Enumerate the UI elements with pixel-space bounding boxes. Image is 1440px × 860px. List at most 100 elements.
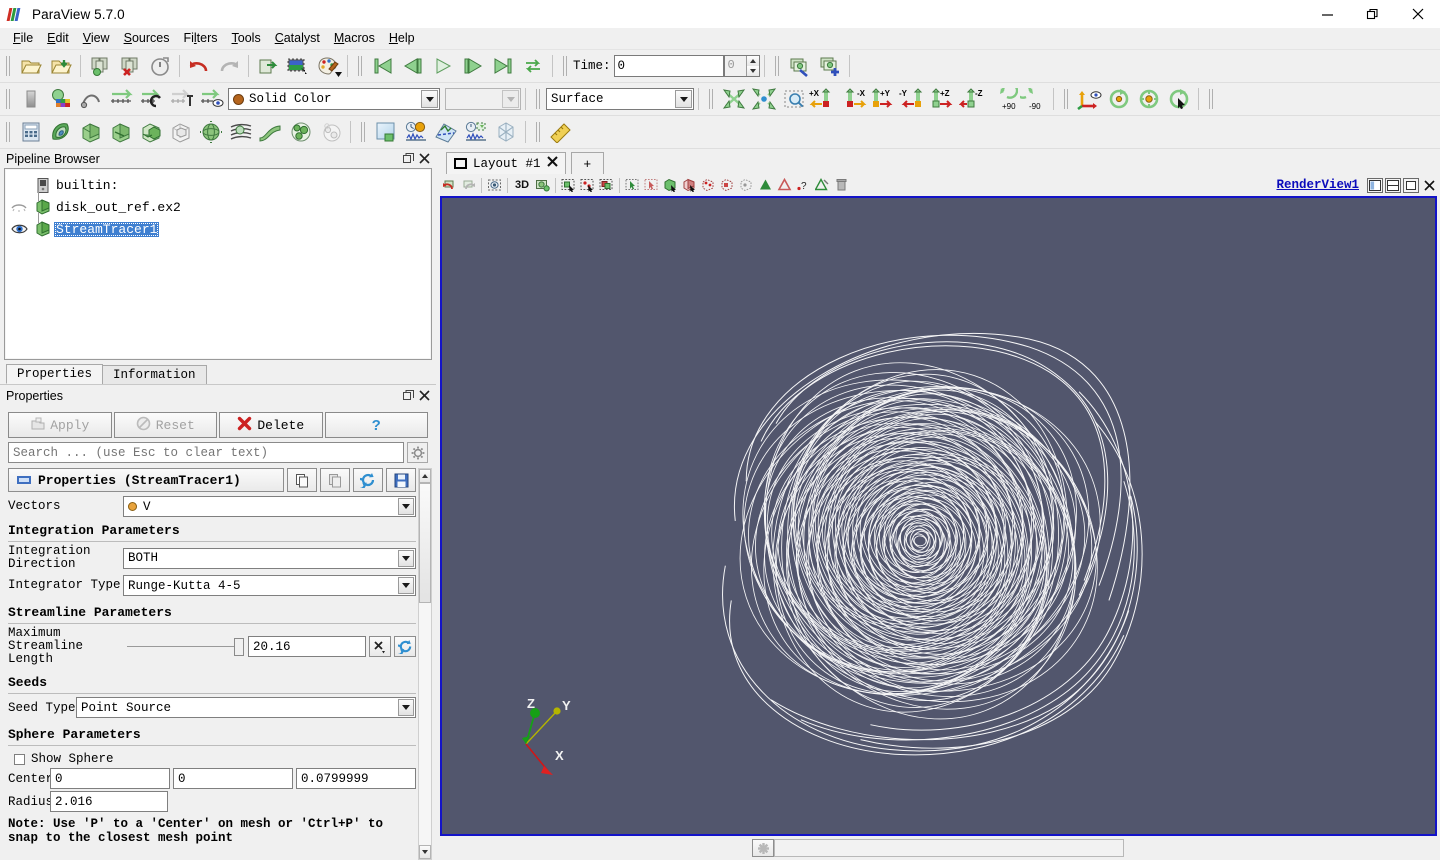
camera-controls-grip[interactable] xyxy=(707,88,716,110)
delete-button[interactable]: Delete xyxy=(219,412,323,438)
center-z-input[interactable] xyxy=(296,768,416,789)
slice-icon[interactable] xyxy=(106,119,136,146)
undo-camera-icon[interactable] xyxy=(441,176,458,194)
visibility-toggle-visible[interactable] xyxy=(6,223,32,235)
end-grip[interactable] xyxy=(1207,88,1216,110)
camera-toolbar-grip[interactable] xyxy=(773,55,782,77)
time-input[interactable] xyxy=(613,55,724,77)
new-layout-tab[interactable]: + xyxy=(570,152,605,174)
open-recent-icon[interactable] xyxy=(46,53,76,80)
contour-icon[interactable] xyxy=(46,119,76,146)
hover-points-icon[interactable] xyxy=(738,176,755,194)
disconnect-server-icon[interactable] xyxy=(283,53,313,80)
pipeline-item-streamtracer1[interactable]: StreamTracer1 xyxy=(6,212,430,240)
representation-arrow[interactable] xyxy=(675,90,692,108)
camera-mode-icon[interactable] xyxy=(534,176,551,194)
plus-y-icon[interactable]: +Y xyxy=(869,86,899,113)
split-view-icon[interactable] xyxy=(371,119,401,146)
render-view[interactable]: Z Y X xyxy=(440,196,1437,836)
trash-selection-icon[interactable] xyxy=(833,176,850,194)
loop-icon[interactable] xyxy=(518,53,548,80)
close-icon[interactable] xyxy=(416,388,432,404)
max-streamline-length-input[interactable] xyxy=(248,636,366,657)
maximize-icon[interactable] xyxy=(1403,177,1419,193)
vectors-arrow[interactable] xyxy=(398,498,414,515)
edit-color-legend-icon[interactable] xyxy=(16,86,46,113)
redo-camera-icon[interactable] xyxy=(460,176,477,194)
menu-edit[interactable]: Edit xyxy=(40,29,76,48)
group-datasets-icon[interactable] xyxy=(286,119,316,146)
center-x-input[interactable] xyxy=(50,768,170,789)
pipeline-item-builtin[interactable]: builtin: xyxy=(6,174,430,196)
apply-button[interactable]: Apply xyxy=(8,412,112,438)
seed-type-combo[interactable]: Point Source xyxy=(76,697,416,718)
choose-preset-icon[interactable] xyxy=(46,86,76,113)
previous-frame-icon[interactable] xyxy=(398,53,428,80)
close-icon[interactable] xyxy=(546,156,558,171)
undock-icon[interactable] xyxy=(400,388,416,404)
show-center-axes-icon[interactable] xyxy=(1074,86,1104,113)
clear-selection-icon[interactable] xyxy=(814,176,831,194)
ruler-icon[interactable] xyxy=(546,119,576,146)
zoom-to-box-icon[interactable] xyxy=(779,86,809,113)
menu-macros[interactable]: Macros xyxy=(327,29,382,48)
reset-button[interactable]: Reset xyxy=(113,412,217,438)
orientation-axes[interactable]: Z Y X xyxy=(504,686,614,786)
split-vertical-icon[interactable] xyxy=(1385,177,1401,193)
integrator-type-combo[interactable]: Runge-Kutta 4-5 xyxy=(123,575,416,596)
show-sphere-checkbox[interactable] xyxy=(14,753,25,765)
menu-tools[interactable]: Tools xyxy=(225,29,268,48)
undo-icon[interactable] xyxy=(184,53,214,80)
stepper-up[interactable] xyxy=(746,56,759,66)
minus-z-icon[interactable]: -Z xyxy=(959,86,989,113)
max-streamline-length-slider[interactable] xyxy=(127,637,244,657)
busy-icon[interactable] xyxy=(752,839,774,857)
help-button[interactable]: ? xyxy=(324,412,428,438)
select-blocks-icon[interactable] xyxy=(662,176,679,194)
menu-catalyst[interactable]: Catalyst xyxy=(268,29,327,48)
extract-selection-icon[interactable] xyxy=(776,176,793,194)
select-cells-through-icon[interactable] xyxy=(598,176,615,194)
probe-location-icon[interactable] xyxy=(461,119,491,146)
x-icon[interactable] xyxy=(369,636,391,657)
rescale-over-time-icon[interactable] xyxy=(136,86,166,113)
connect-server-icon[interactable] xyxy=(253,53,283,80)
repr-select-grip[interactable] xyxy=(534,88,543,110)
minus-x-icon[interactable]: -X xyxy=(839,86,869,113)
play-icon[interactable] xyxy=(428,53,458,80)
open-file-icon[interactable] xyxy=(16,53,46,80)
warp-icon[interactable] xyxy=(256,119,286,146)
color-by-arrow[interactable] xyxy=(421,90,438,108)
toggle-3d-label[interactable]: 3D xyxy=(512,176,532,194)
rescale-to-custom-range-icon[interactable] xyxy=(106,86,136,113)
interactive-select-points-icon[interactable] xyxy=(700,176,717,194)
select-points-icon[interactable] xyxy=(579,176,596,194)
scroll-down-arrow[interactable] xyxy=(419,845,431,859)
integration-direction-combo[interactable]: BOTH xyxy=(123,547,416,569)
save-state-icon[interactable] xyxy=(115,53,145,80)
next-frame-icon[interactable] xyxy=(458,53,488,80)
reset-camera-icon[interactable] xyxy=(719,86,749,113)
rescale-to-temporal-range-icon[interactable] xyxy=(166,86,196,113)
restore-icon[interactable] xyxy=(1350,0,1395,28)
adjust-camera-icon[interactable] xyxy=(785,53,815,80)
pipeline-browser[interactable]: builtin: disk_out_ref.ex2 StreamTracer1 xyxy=(4,168,432,360)
find-data-icon[interactable]: ? xyxy=(795,176,812,194)
properties-scrollbar[interactable] xyxy=(418,468,432,860)
minimize-icon[interactable] xyxy=(1305,0,1350,28)
scroll-up-arrow[interactable] xyxy=(419,469,431,483)
close-icon[interactable] xyxy=(416,151,432,167)
integration-direction-arrow[interactable] xyxy=(398,549,414,567)
menu-view[interactable]: View xyxy=(76,29,117,48)
pick-center-icon[interactable] xyxy=(1134,86,1164,113)
capture-screenshot-icon[interactable] xyxy=(486,176,503,194)
toggle-color-legend-icon[interactable] xyxy=(196,86,226,113)
split-horizontal-icon[interactable] xyxy=(1367,177,1383,193)
close-icon[interactable] xyxy=(1395,0,1440,28)
plus-x-icon[interactable]: +X xyxy=(809,86,839,113)
representation-combo[interactable]: Surface xyxy=(546,88,694,110)
measure-grip[interactable] xyxy=(534,121,543,143)
paste-icon[interactable] xyxy=(320,468,350,492)
search-input[interactable] xyxy=(8,442,404,463)
redo-icon[interactable] xyxy=(214,53,244,80)
